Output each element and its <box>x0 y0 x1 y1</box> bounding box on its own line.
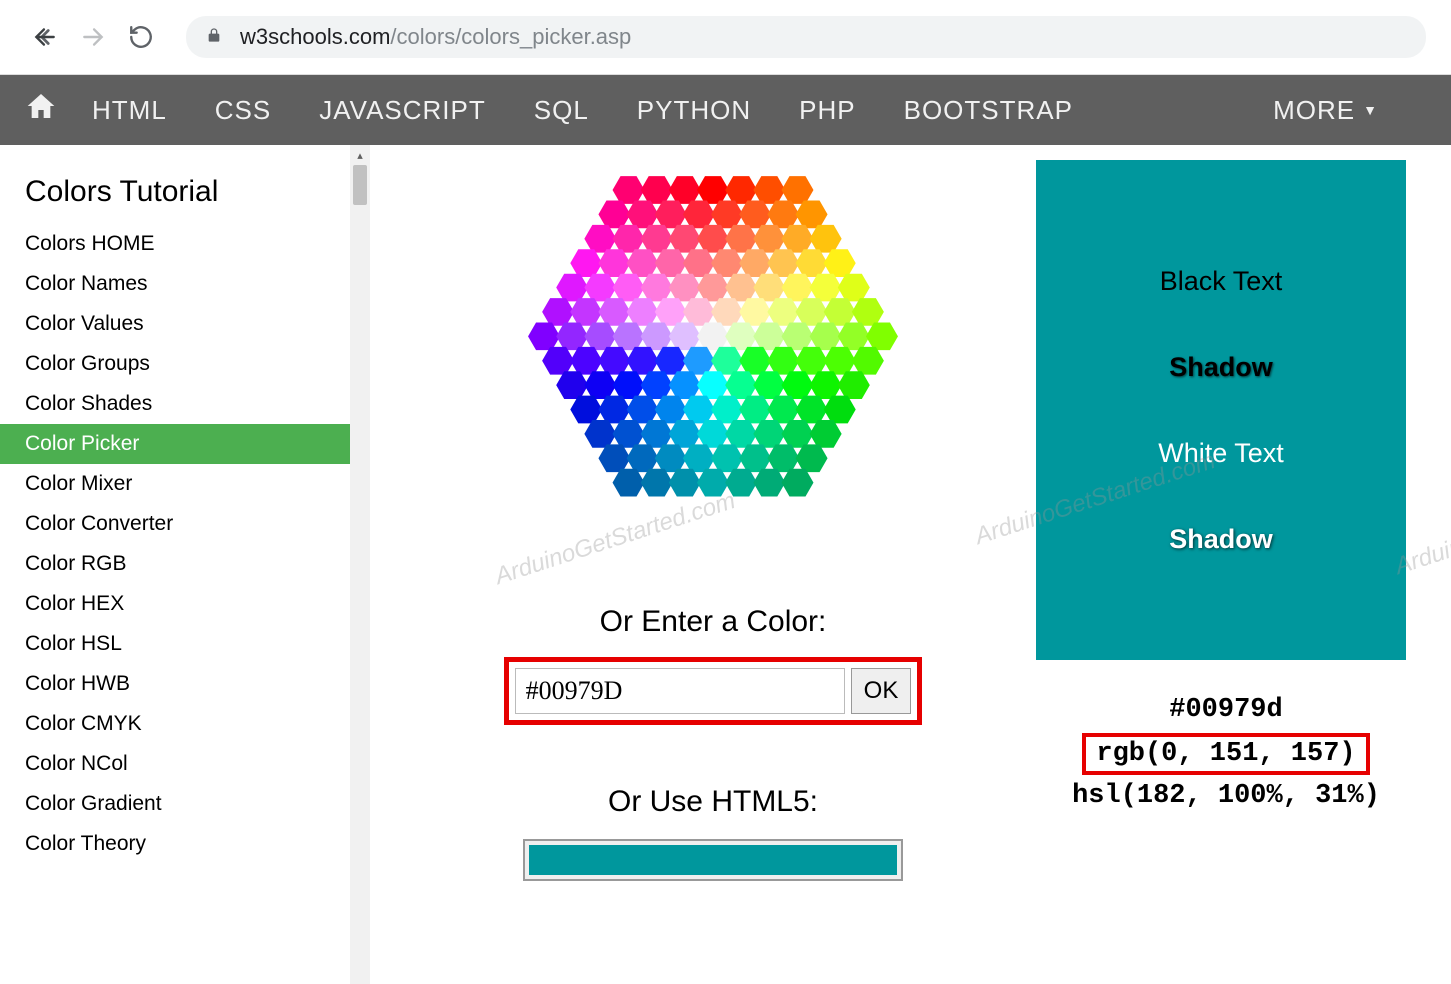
html5-color-swatch <box>529 845 897 875</box>
preview-column: Black Text Shadow White Text Shadow #009… <box>1036 160 1416 984</box>
sidebar-item-color-shades[interactable]: Color Shades <box>0 384 350 424</box>
scroll-up-icon[interactable]: ▴ <box>350 145 370 165</box>
nav-javascript[interactable]: JAVASCRIPT <box>319 95 486 126</box>
nav-php[interactable]: PHP <box>799 95 855 126</box>
sidebar-scrollbar[interactable]: ▴ <box>350 145 370 984</box>
browser-toolbar: w3schools.com/colors/colors_picker.asp <box>0 0 1451 75</box>
color-hexagon-map[interactable] <box>503 170 923 550</box>
forward-button[interactable] <box>73 17 113 57</box>
sidebar-item-color-mixer[interactable]: Color Mixer <box>0 464 350 504</box>
refresh-button[interactable] <box>121 17 161 57</box>
enter-color-heading: Or Enter a Color: <box>600 605 827 639</box>
nav-sql[interactable]: SQL <box>534 95 589 126</box>
html5-heading: Or Use HTML5: <box>608 785 818 819</box>
nav-html[interactable]: HTML <box>92 95 167 126</box>
sidebar-title: Colors Tutorial <box>0 165 350 224</box>
sidebar: Colors Tutorial Colors HOME Color Names … <box>0 145 350 984</box>
nav-more-label: MORE <box>1273 95 1355 126</box>
nav-bootstrap[interactable]: BOOTSTRAP <box>904 95 1073 126</box>
scrollbar-thumb[interactable] <box>353 165 367 205</box>
sidebar-item-color-values[interactable]: Color Values <box>0 304 350 344</box>
rgb-value: rgb(0, 151, 157) <box>1082 733 1369 775</box>
address-bar[interactable]: w3schools.com/colors/colors_picker.asp <box>186 16 1426 58</box>
sidebar-item-color-hwb[interactable]: Color HWB <box>0 664 350 704</box>
content-area: Colors Tutorial Colors HOME Color Names … <box>0 145 1451 984</box>
hex-value: #00979d <box>1036 695 1416 725</box>
back-button[interactable] <box>25 17 65 57</box>
sidebar-item-color-rgb[interactable]: Color RGB <box>0 544 350 584</box>
picker-column: Or Enter a Color: OK Or Use HTML5: <box>430 160 996 984</box>
sidebar-item-color-theory[interactable]: Color Theory <box>0 824 350 864</box>
ok-button[interactable]: OK <box>851 668 912 714</box>
sidebar-item-colors-home[interactable]: Colors HOME <box>0 224 350 264</box>
sidebar-item-color-cmyk[interactable]: Color CMYK <box>0 704 350 744</box>
home-icon[interactable] <box>25 90 57 130</box>
preview-shadow-black[interactable]: Shadow <box>1169 352 1273 383</box>
html5-color-input[interactable] <box>523 839 903 881</box>
preview-shadow-white[interactable]: Shadow <box>1169 524 1273 555</box>
sidebar-item-color-groups[interactable]: Color Groups <box>0 344 350 384</box>
nav-css[interactable]: CSS <box>215 95 271 126</box>
url-host: w3schools.com <box>240 24 390 50</box>
main-panel: ArduinoGetStarted.com ArduinoGetStarted.… <box>370 145 1451 984</box>
chevron-down-icon: ▼ <box>1363 102 1378 118</box>
sidebar-item-color-hex[interactable]: Color HEX <box>0 584 350 624</box>
preview-white-text[interactable]: White Text <box>1158 438 1284 469</box>
sidebar-item-color-names[interactable]: Color Names <box>0 264 350 304</box>
color-input[interactable] <box>515 668 845 714</box>
nav-python[interactable]: PYTHON <box>637 95 751 126</box>
lock-icon <box>206 26 222 49</box>
url-path: /colors/colors_picker.asp <box>390 24 631 50</box>
hsl-value: hsl(182, 100%, 31%) <box>1036 781 1416 811</box>
sidebar-item-color-gradient[interactable]: Color Gradient <box>0 784 350 824</box>
top-navigation: HTML CSS JAVASCRIPT SQL PYTHON PHP BOOTS… <box>0 75 1451 145</box>
sidebar-wrapper: Colors Tutorial Colors HOME Color Names … <box>0 145 370 984</box>
sidebar-item-color-picker[interactable]: Color Picker <box>0 424 350 464</box>
nav-more[interactable]: MORE ▼ <box>1273 95 1378 126</box>
color-preview-box: Black Text Shadow White Text Shadow <box>1036 160 1406 660</box>
color-values: #00979d rgb(0, 151, 157) hsl(182, 100%, … <box>1036 695 1416 811</box>
sidebar-item-color-hsl[interactable]: Color HSL <box>0 624 350 664</box>
sidebar-item-color-ncol[interactable]: Color NCol <box>0 744 350 784</box>
preview-black-text[interactable]: Black Text <box>1160 266 1283 297</box>
color-input-row: OK <box>504 657 923 725</box>
sidebar-item-color-converter[interactable]: Color Converter <box>0 504 350 544</box>
